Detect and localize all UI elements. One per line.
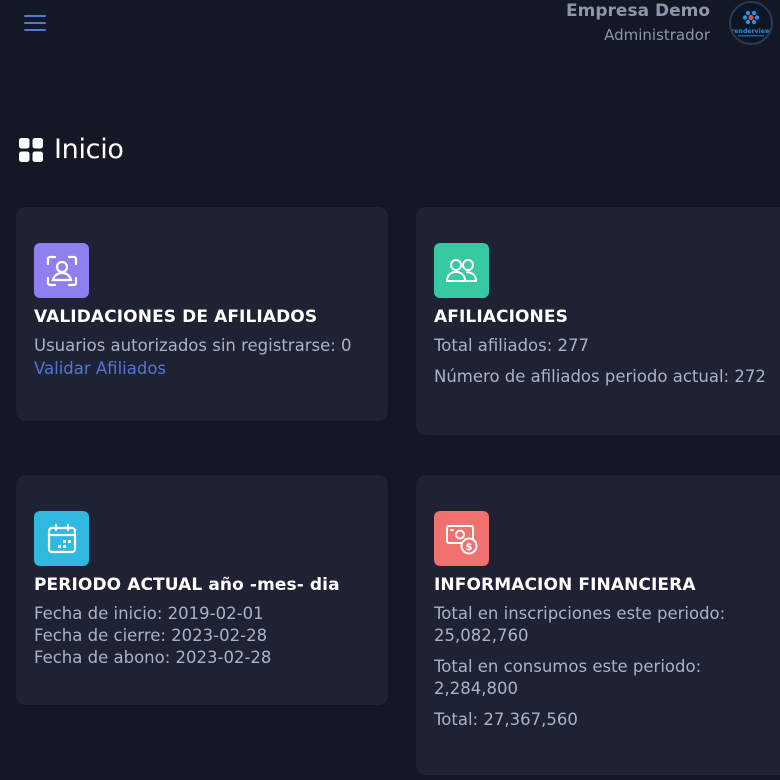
money-icon: $ [434,511,489,566]
logo-text: renderview [731,28,771,35]
card-title: VALIDACIONES DE AFILIADOS [34,307,318,327]
validate-affiliates-link[interactable]: Validar Afiliados [34,359,166,378]
card-validaciones: VALIDACIONES DE AFILIADOS Usuarios autor… [16,207,388,421]
card-financiera: $ INFORMACION FINANCIERA Total en inscri… [416,475,780,775]
total-value: Total: 27,367,560 [434,710,578,729]
consumption-value: 2,284,800 [434,679,518,698]
user-scan-icon [34,243,89,298]
menu-icon[interactable] [24,12,48,34]
total-affiliates: Total afiliados: 277 [434,336,590,355]
card-title: INFORMACION FINANCIERA [434,575,696,595]
user-role: Administrador [604,26,710,44]
consumption-label: Total en consumos este periodo: [434,657,702,676]
start-date: Fecha de inicio: 2019-02-01 [34,604,264,623]
card-periodo: PERIODO ACTUAL año -mes- dia Fecha de in… [16,475,388,705]
card-afiliaciones: AFILIACIONES Total afiliados: 277 Número… [416,207,780,435]
page-title-text: Inicio [54,134,124,165]
card-title: AFILIACIONES [434,307,568,327]
end-date: Fecha de cierre: 2023-02-28 [34,626,268,645]
users-icon [434,243,489,298]
registrations-value: 25,082,760 [434,626,529,645]
calendar-icon [34,511,89,566]
unregistered-users-count: Usuarios autorizados sin registrarse: 0 [34,336,352,355]
card-title: PERIODO ACTUAL año -mes- dia [34,575,340,595]
avatar[interactable]: renderview [729,1,773,45]
logo-mark-icon [742,10,760,25]
dashboard-page: Empresa Demo Administrador renderview In… [0,0,780,780]
company-name: Empresa Demo [566,1,710,21]
period-affiliates: Número de afiliados periodo actual: 272 [434,367,766,386]
registrations-label: Total en inscripciones este periodo: [434,604,726,623]
payment-date: Fecha de abono: 2023-02-28 [34,648,272,667]
svg-text:$: $ [465,542,472,553]
grid-icon [19,137,43,162]
user-info[interactable]: Empresa Demo Administrador [566,0,710,46]
page-title: Inicio [18,134,124,165]
